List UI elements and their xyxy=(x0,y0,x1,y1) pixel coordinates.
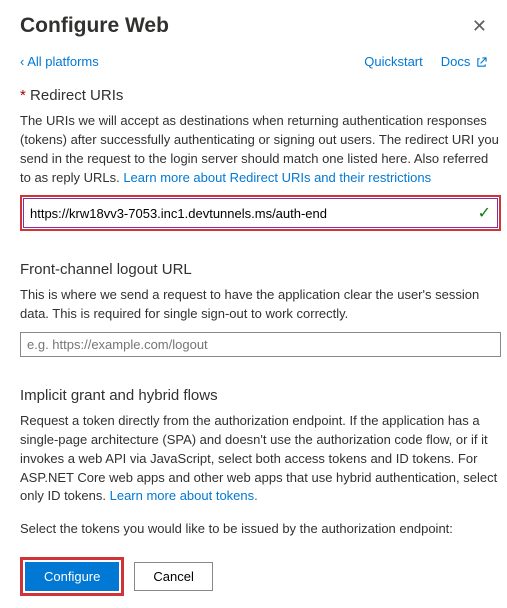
docs-link[interactable]: Docs xyxy=(441,54,487,69)
redirect-uris-desc: The URIs we will accept as destinations … xyxy=(20,112,501,187)
panel-title: Configure Web xyxy=(20,14,169,38)
logout-url-input[interactable] xyxy=(27,337,494,352)
select-tokens-label: Select the tokens you would like to be i… xyxy=(20,520,501,539)
close-icon[interactable]: ✕ xyxy=(472,17,487,35)
redirect-uri-input[interactable] xyxy=(30,206,472,221)
quickstart-link[interactable]: Quickstart xyxy=(364,54,423,69)
cancel-button[interactable]: Cancel xyxy=(134,562,212,591)
redirect-learn-more-link[interactable]: Learn more about Redirect URIs and their… xyxy=(123,170,431,185)
implicit-grant-heading: Implicit grant and hybrid flows xyxy=(20,387,501,404)
configure-button[interactable]: Configure xyxy=(25,562,119,591)
valid-check-icon: ✓ xyxy=(472,203,491,223)
implicit-grant-desc: Request a token directly from the author… xyxy=(20,412,501,506)
external-link-icon xyxy=(476,57,487,68)
logout-url-desc: This is where we send a request to have … xyxy=(20,286,501,324)
tokens-learn-more-link[interactable]: Learn more about tokens. xyxy=(110,488,258,503)
back-all-platforms[interactable]: ‹ All platforms xyxy=(20,54,99,69)
redirect-uris-heading: Redirect URIs xyxy=(20,87,501,104)
configure-highlight: Configure xyxy=(20,557,124,596)
logout-url-heading: Front-channel logout URL xyxy=(20,261,501,278)
redirect-uri-highlight: ✓ xyxy=(20,195,501,231)
